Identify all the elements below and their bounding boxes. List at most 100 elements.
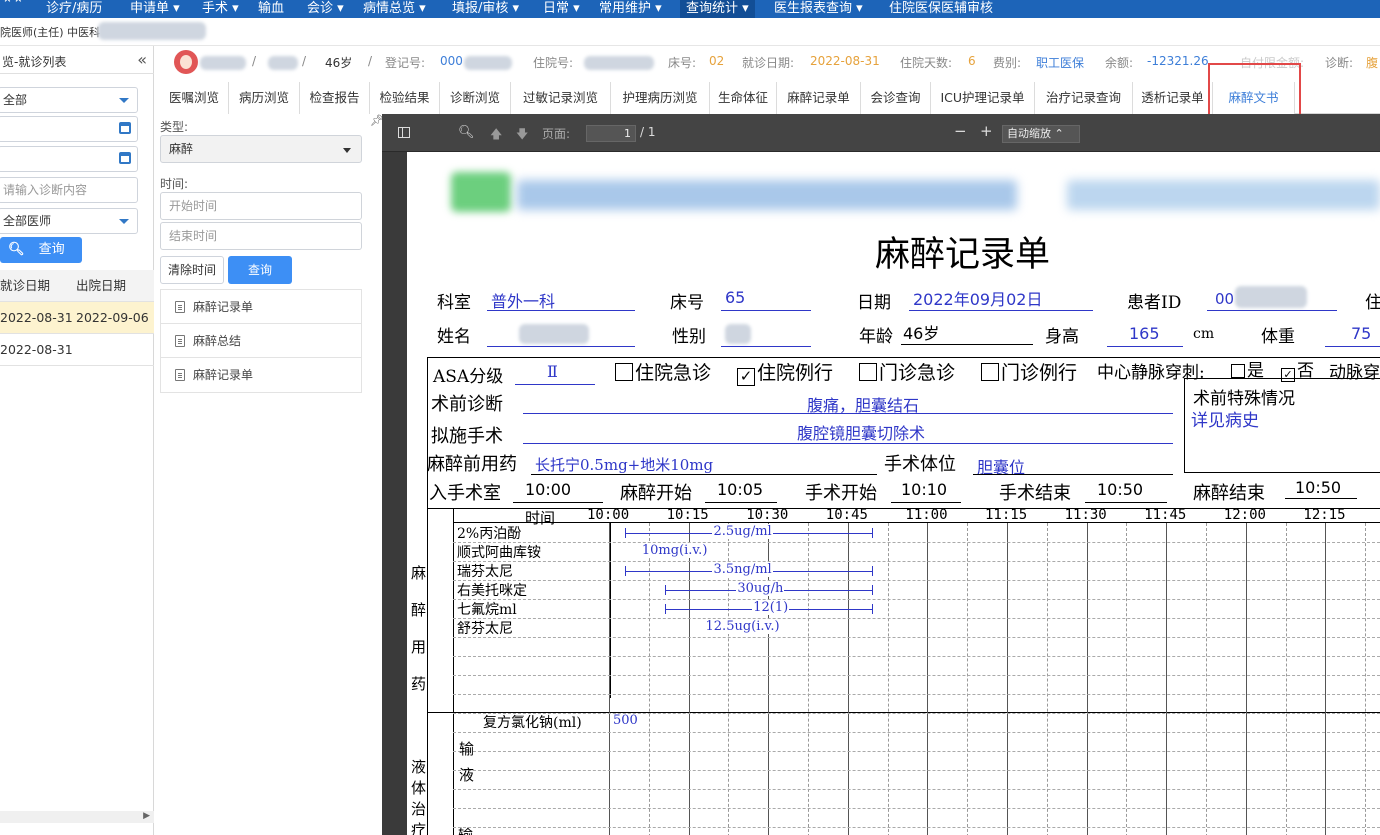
- chevron-down-icon: [119, 219, 129, 224]
- tab-anesthesia-documents[interactable]: 麻醉文书: [1213, 82, 1295, 114]
- side-label-char: 治: [411, 800, 427, 818]
- visit-table-header: 就诊日期 出院日期: [0, 270, 154, 302]
- tab-treatment-query[interactable]: 治疗记录查询: [1035, 82, 1133, 114]
- document-title: 麻醉记录单: [193, 300, 254, 314]
- nav-item-doctor-reports[interactable]: 医生报表查询 ▾: [774, 0, 863, 16]
- previous-page-icon[interactable]: 🡅: [490, 125, 502, 146]
- list-item[interactable]: 麻醉记录单: [161, 290, 361, 324]
- document-icon: [175, 301, 185, 313]
- zoom-in-icon[interactable]: +: [980, 122, 993, 140]
- sidebar-toggle-icon[interactable]: [398, 127, 410, 138]
- type-select-value: 麻醉: [169, 142, 194, 156]
- tab-nursing-records[interactable]: 护理病历浏览: [611, 82, 710, 114]
- list-item[interactable]: 麻醉总结: [161, 324, 361, 358]
- time-tick-label: 10:45: [825, 507, 868, 523]
- chevron-down-icon: [343, 148, 351, 153]
- tab-icu-nursing[interactable]: ICU护理记录单: [931, 82, 1035, 114]
- nav-item-surgery[interactable]: 手术 ▾: [202, 0, 239, 16]
- search-icon: 🔍︎: [8, 242, 25, 257]
- diagnosis-search-input[interactable]: 请输入诊断内容: [0, 177, 138, 203]
- self-pay-label: 自付限金额:: [1240, 56, 1305, 70]
- redacted-inpatient-number: [584, 56, 654, 70]
- special-value: 详见病史: [1191, 411, 1259, 431]
- tab-vital-signs[interactable]: 生命体征: [710, 82, 777, 114]
- nav-item-transfusion[interactable]: 输血: [258, 0, 284, 16]
- drug-line-tick: [624, 528, 626, 538]
- nav-item-condition-overview[interactable]: 病情总览 ▾: [363, 0, 426, 16]
- nav-item-requests[interactable]: 申请单 ▾: [130, 0, 180, 16]
- surg-end-time: 10:50: [1097, 480, 1144, 499]
- nav-item-insurance-review[interactable]: 住院医保医辅审核: [889, 0, 993, 16]
- tab-lab-results[interactable]: 检验结果: [370, 82, 440, 114]
- next-page-icon[interactable]: 🡇: [516, 125, 528, 146]
- tab-anesthesia-record[interactable]: 麻醉记录单: [777, 82, 861, 114]
- drug-name: 顺式阿曲库铵: [457, 545, 541, 561]
- table-row[interactable]: 2022-08-31 2022-09-06: [0, 302, 154, 334]
- redacted-reg-number: [464, 56, 512, 70]
- pdf-page: 麻醉记录单 科室 普外一科 床号 65 日期 2022年09月02日 患者ID …: [407, 152, 1380, 835]
- fee-type-label: 费别:: [993, 56, 1022, 70]
- tab-consultation-query[interactable]: 会诊查询: [861, 82, 931, 114]
- zoom-out-icon[interactable]: −: [954, 122, 967, 140]
- scroll-right-icon[interactable]: ▶: [143, 811, 150, 821]
- page-number-input[interactable]: 1: [586, 125, 636, 142]
- tab-medical-record[interactable]: 病历浏览: [229, 82, 300, 114]
- premed-label: 麻醉前用药: [427, 454, 517, 475]
- side-label-char: 液: [459, 766, 475, 784]
- calendar-icon[interactable]: [119, 152, 131, 164]
- drug-name: 七氟烷ml: [457, 602, 517, 618]
- tab-dialysis-record[interactable]: 透析记录单: [1133, 82, 1213, 114]
- type-select[interactable]: 麻醉: [160, 135, 362, 163]
- nav-item-maintenance[interactable]: 常用维护 ▾: [599, 0, 662, 16]
- redacted-hospital-name: [517, 180, 1017, 210]
- clear-time-button[interactable]: 清除时间: [160, 256, 224, 284]
- side-label-char: 疗: [411, 821, 427, 835]
- find-icon[interactable]: 🔍︎: [458, 125, 475, 140]
- side-label-char: 输: [459, 740, 475, 758]
- list-item[interactable]: 麻醉记录单: [161, 358, 361, 392]
- nav-item-fill-review[interactable]: 填报/审核 ▾: [452, 0, 519, 16]
- table-row[interactable]: 2022-08-31: [0, 334, 154, 366]
- reg-number-label: 登记号:: [385, 56, 426, 70]
- dept-value: 普外一科: [491, 292, 556, 311]
- doctor-select[interactable]: 全部医师: [0, 208, 138, 234]
- page-label: 页面:: [542, 127, 571, 141]
- tab-order-browse[interactable]: 医嘱浏览: [160, 82, 229, 114]
- drug-line-tick: [664, 604, 666, 614]
- nav-item-query-stats[interactable]: 查询统计 ▾: [680, 0, 755, 18]
- grid-row-line: [453, 789, 1380, 790]
- grid-row-line: [453, 599, 1380, 600]
- document-title: 麻醉记录单: [193, 368, 254, 382]
- nav-item-consultation[interactable]: 会诊 ▾: [307, 0, 344, 16]
- diagnosis-value: 腹: [1366, 56, 1379, 70]
- bed-label: 床号:: [668, 56, 697, 70]
- start-time-placeholder: 开始时间: [169, 199, 218, 213]
- time-tick-label: 12:15: [1303, 507, 1346, 523]
- tab-diagnosis-browse[interactable]: 诊断浏览: [440, 82, 511, 114]
- time-tick-label: 10:30: [746, 507, 789, 523]
- weight-label: 体重: [1261, 327, 1295, 347]
- calendar-icon[interactable]: [119, 122, 131, 134]
- dept-select[interactable]: 全部: [0, 87, 138, 113]
- grid-row-line: [453, 542, 1380, 543]
- position-label: 手术体位: [884, 454, 956, 475]
- height-unit: cm: [1193, 326, 1215, 342]
- inpatient-number-label: 住院号:: [533, 56, 574, 70]
- start-date-input[interactable]: [0, 116, 138, 142]
- horizontal-scrollbar[interactable]: ▶: [0, 811, 154, 823]
- tab-allergy-records[interactable]: 过敏记录浏览: [511, 82, 611, 114]
- nav-item-daily[interactable]: 日常 ▾: [543, 0, 580, 16]
- start-time-input[interactable]: 开始时间: [160, 192, 362, 220]
- zoom-select[interactable]: 自动缩放 ⌃: [1002, 125, 1080, 143]
- collapse-panel-icon[interactable]: «: [137, 50, 147, 70]
- balance-value: -12321.26: [1147, 54, 1209, 68]
- checked-checkbox-icon: ✓: [737, 368, 755, 386]
- nav-item-diagnosis[interactable]: 诊疗/病历: [46, 0, 102, 16]
- drug-dose: 2.5ug/ml: [712, 524, 773, 539]
- visit-search-button[interactable]: 🔍︎ 查询: [0, 237, 82, 263]
- visit-date-cell: 2022-08-31: [0, 310, 73, 325]
- end-time-input[interactable]: 结束时间: [160, 222, 362, 250]
- end-date-input[interactable]: [0, 146, 138, 172]
- tab-exam-report[interactable]: 检查报告: [300, 82, 370, 114]
- doc-query-button[interactable]: 查询: [228, 256, 292, 284]
